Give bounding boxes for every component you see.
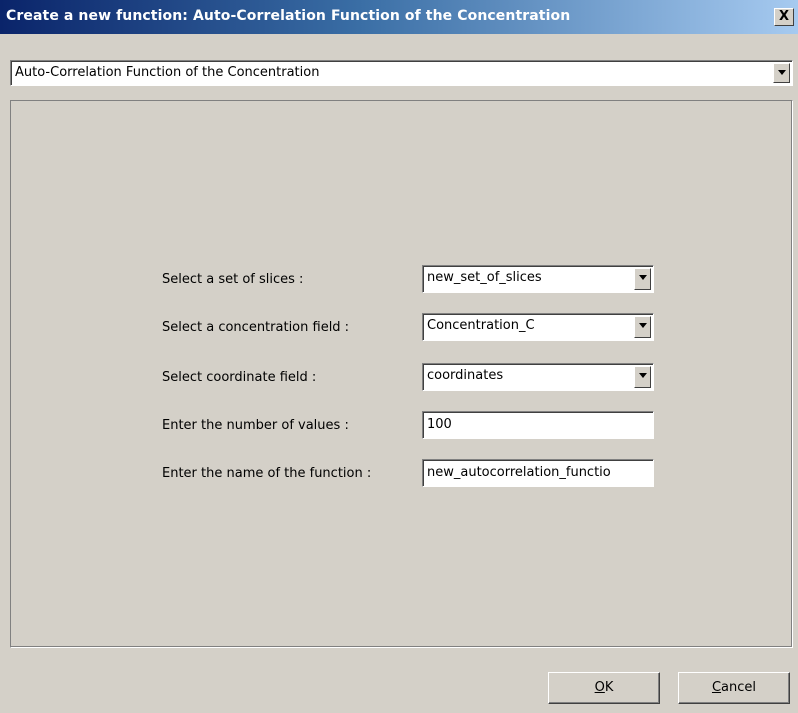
slices-select[interactable]: new_set_of_slices bbox=[422, 265, 654, 293]
window-title: Create a new function: Auto-Correlation … bbox=[6, 8, 571, 24]
ok-button[interactable]: OK bbox=[548, 672, 660, 704]
coordinates-select[interactable]: coordinates bbox=[422, 363, 654, 391]
function-type-dropdown-button[interactable] bbox=[773, 63, 790, 83]
function-type-value: Auto-Correlation Function of the Concent… bbox=[15, 65, 320, 80]
chevron-down-icon bbox=[777, 70, 786, 75]
coordinates-label: Select coordinate field : bbox=[162, 370, 317, 385]
concentration-select[interactable]: Concentration_C bbox=[422, 313, 654, 341]
create-function-dialog: Create a new function: Auto-Correlation … bbox=[0, 0, 798, 713]
close-button[interactable]: X bbox=[774, 8, 794, 26]
concentration-value: Concentration_C bbox=[427, 318, 535, 333]
slices-dropdown-button[interactable] bbox=[634, 268, 651, 290]
chevron-down-icon bbox=[638, 275, 647, 280]
ok-mnemonic: O bbox=[594, 680, 605, 695]
slices-label: Select a set of slices : bbox=[162, 272, 304, 287]
cancel-mnemonic: C bbox=[711, 680, 722, 695]
function-name-value: new_autocorrelation_functio bbox=[427, 465, 611, 480]
ok-label-rest: K bbox=[604, 680, 614, 695]
chevron-down-icon bbox=[638, 373, 647, 378]
concentration-label: Select a concentration field : bbox=[162, 320, 350, 335]
title-bar[interactable]: Create a new function: Auto-Correlation … bbox=[0, 0, 798, 34]
num-values-input[interactable]: 100 bbox=[422, 411, 654, 439]
chevron-down-icon bbox=[638, 323, 647, 328]
slices-value: new_set_of_slices bbox=[427, 270, 542, 285]
cancel-label-rest: ancel bbox=[721, 680, 757, 695]
function-type-select[interactable]: Auto-Correlation Function of the Concent… bbox=[10, 60, 793, 86]
cancel-button[interactable]: Cancel bbox=[678, 672, 790, 704]
num-values-label: Enter the number of values : bbox=[162, 418, 349, 433]
coordinates-dropdown-button[interactable] bbox=[634, 366, 651, 388]
num-values-value: 100 bbox=[427, 417, 452, 432]
parameters-panel bbox=[10, 100, 793, 648]
function-name-input[interactable]: new_autocorrelation_functio bbox=[422, 459, 654, 487]
coordinates-value: coordinates bbox=[427, 368, 504, 383]
concentration-dropdown-button[interactable] bbox=[634, 316, 651, 338]
function-name-label: Enter the name of the function : bbox=[162, 466, 372, 481]
close-icon: X bbox=[778, 9, 790, 24]
